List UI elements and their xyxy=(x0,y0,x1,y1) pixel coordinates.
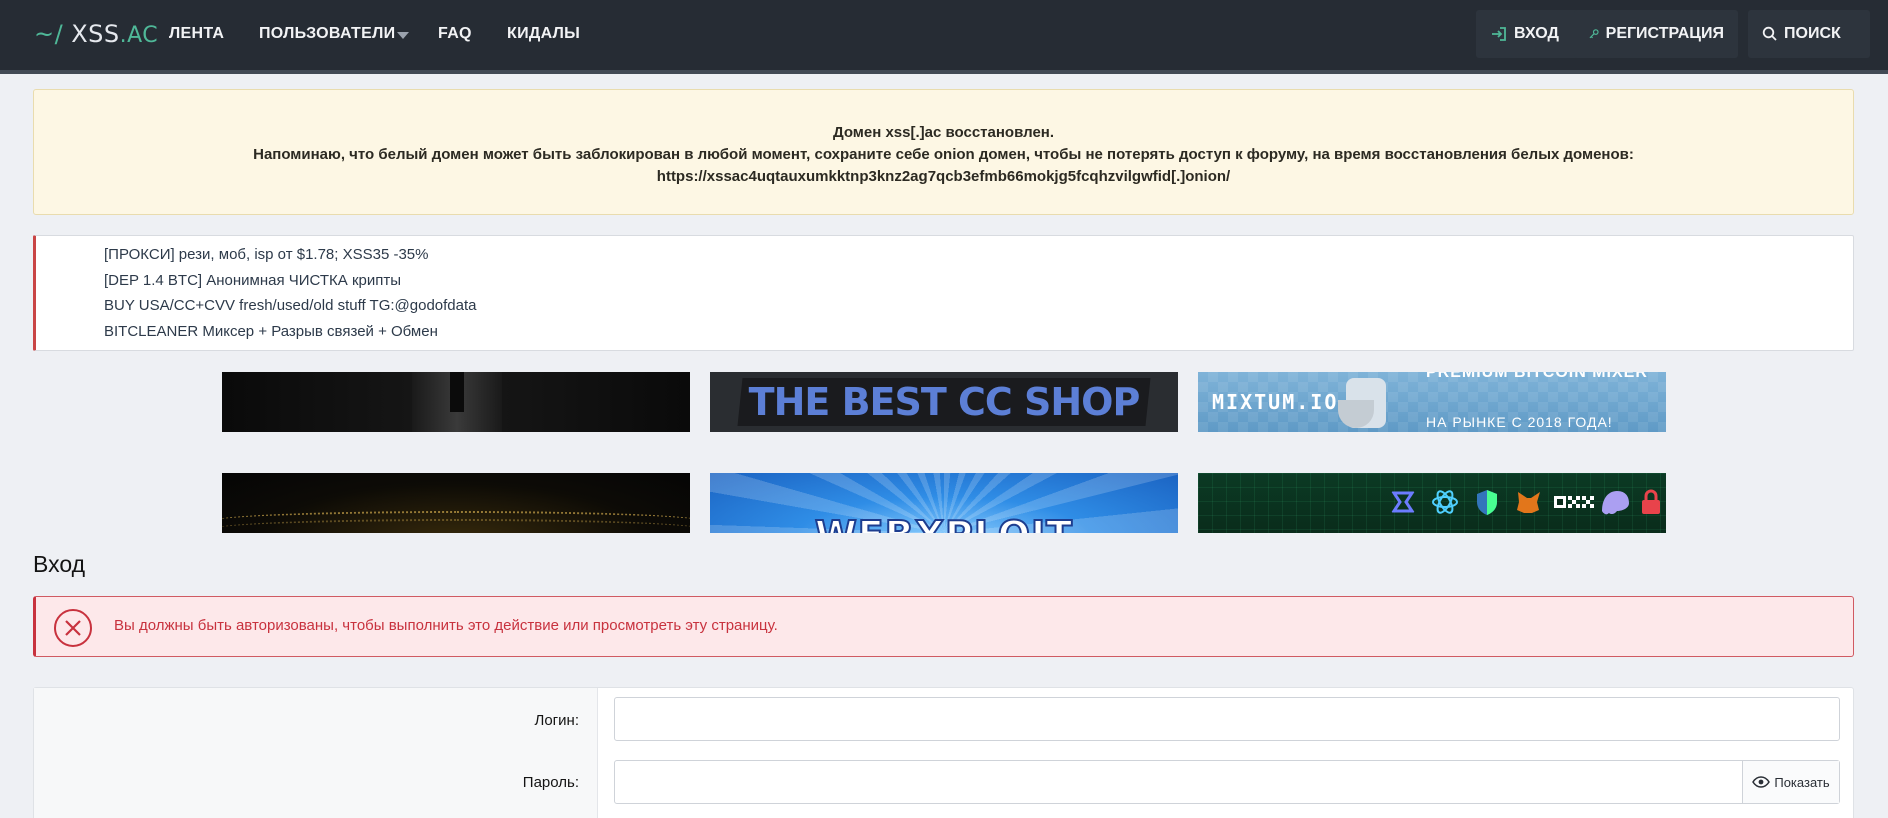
register-button[interactable]: РЕГИСТРАЦИЯ xyxy=(1574,10,1738,58)
notice-onion-link[interactable]: https://xssac4uqtauxumkktnp3knz2ag7qcb3e… xyxy=(34,166,1853,188)
show-password-button[interactable]: Показать xyxy=(1742,761,1839,803)
metamask-fox-icon xyxy=(1517,492,1540,513)
top-navigation-bar: ~/ XSS .AC ЛЕНТА ПОЛЬЗОВАТЕЛИ FAQ КИДАЛЫ… xyxy=(0,0,1888,70)
notice-line-1: Домен xss[.]ac восстановлен. xyxy=(832,124,1055,141)
search-button[interactable]: ПОИСК xyxy=(1748,10,1870,58)
lock-icon xyxy=(1642,489,1660,514)
nav-feed[interactable]: ЛЕНТА xyxy=(169,25,224,43)
phantom-ghost-icon xyxy=(1602,491,1629,515)
search-icon xyxy=(1762,26,1777,41)
logo-domain: .AC xyxy=(119,23,159,48)
text-ad-link[interactable]: [ПРОКСИ] рези, моб, isp от $1.78; XSS35 … xyxy=(104,246,429,263)
login-label: Логин: xyxy=(534,712,580,729)
tie-shape xyxy=(450,372,464,412)
ad-banner-dark-suit[interactable] xyxy=(222,372,690,432)
ad-banner-mixtum[interactable]: PREMIUM BITCOIN MIXER MIXTUM.IO НА РЫНКЕ… xyxy=(1198,372,1666,432)
ad-banner-crypto-wallets[interactable] xyxy=(1198,473,1666,533)
text-ads-block: [ПРОКСИ] рези, моб, isp от $1.78; XSS35 … xyxy=(33,235,1854,351)
site-logo[interactable]: ~/ XSS .AC xyxy=(34,20,158,48)
ad-banner-cc-shop[interactable]: THE BEST CC SHOP xyxy=(710,372,1178,432)
exodus-icon xyxy=(1391,491,1415,513)
show-password-label: Показать xyxy=(1774,774,1830,790)
nav-scammers[interactable]: КИДАЛЫ xyxy=(507,25,580,43)
logo-main: XSS xyxy=(71,20,120,48)
eye-icon xyxy=(1752,776,1771,788)
page-title: Вход xyxy=(33,551,86,577)
register-button-label: РЕГИСТРАЦИЯ xyxy=(1605,25,1724,42)
nav-faq[interactable]: FAQ xyxy=(438,25,472,43)
password-label: Пароль: xyxy=(522,774,579,791)
banner-tagline: PREMIUM BITCOIN MIXER xyxy=(1426,372,1648,381)
login-input[interactable] xyxy=(614,697,1840,741)
banner-brand: MIXTUM.IO xyxy=(1212,390,1339,414)
error-circle-icon xyxy=(54,609,92,647)
text-ad-link[interactable]: [DEP 1.4 BTC] Анонимная ЧИСТКА крипты xyxy=(104,272,401,289)
banner-text: THE BEST CC SHOP xyxy=(748,380,1141,424)
logo-tilde: ~/ xyxy=(34,20,64,48)
login-form: Логин: Пароль: Показать xyxy=(33,687,1854,818)
ad-banner-blue-rays[interactable]: WEBXPLOIT xyxy=(710,473,1178,533)
text-ad-link[interactable]: BITCLEANER Миксер + Разрыв связей + Обме… xyxy=(104,323,438,340)
login-icon xyxy=(1492,27,1506,41)
login-button-label: ВХОД xyxy=(1514,25,1559,42)
gold-wave-decoration xyxy=(222,519,690,533)
banner-since: НА РЫНКЕ С 2018 ГОДА! xyxy=(1426,414,1613,430)
ad-banner-gold-wave[interactable] xyxy=(222,473,690,533)
auth-error-message: Вы должны быть авторизованы, чтобы выпол… xyxy=(33,596,1854,657)
key-icon xyxy=(1589,29,1599,39)
domain-notice: Домен xss[.]ac восстановлен. Напоминаю, … xyxy=(33,89,1854,215)
shield-icon xyxy=(1477,490,1497,515)
nav-users[interactable]: ПОЛЬЗОВАТЕЛИ xyxy=(259,25,395,43)
form-labels-column xyxy=(34,688,598,818)
banner-text: WEBXPLOIT xyxy=(710,512,1178,533)
password-input[interactable]: Показать xyxy=(614,760,1840,804)
error-text: Вы должны быть авторизованы, чтобы выпол… xyxy=(114,617,778,634)
text-ad-link[interactable]: BUY USA/CC+CVV fresh/used/old stuff TG:@… xyxy=(104,297,477,314)
search-button-label: ПОИСК xyxy=(1784,25,1841,42)
okx-icon xyxy=(1554,496,1594,508)
atom-icon xyxy=(1432,490,1458,514)
notice-line-2: Напоминаю, что белый домен может быть за… xyxy=(253,146,1634,163)
header-divider xyxy=(0,70,1888,74)
chevron-down-icon[interactable] xyxy=(397,32,409,39)
